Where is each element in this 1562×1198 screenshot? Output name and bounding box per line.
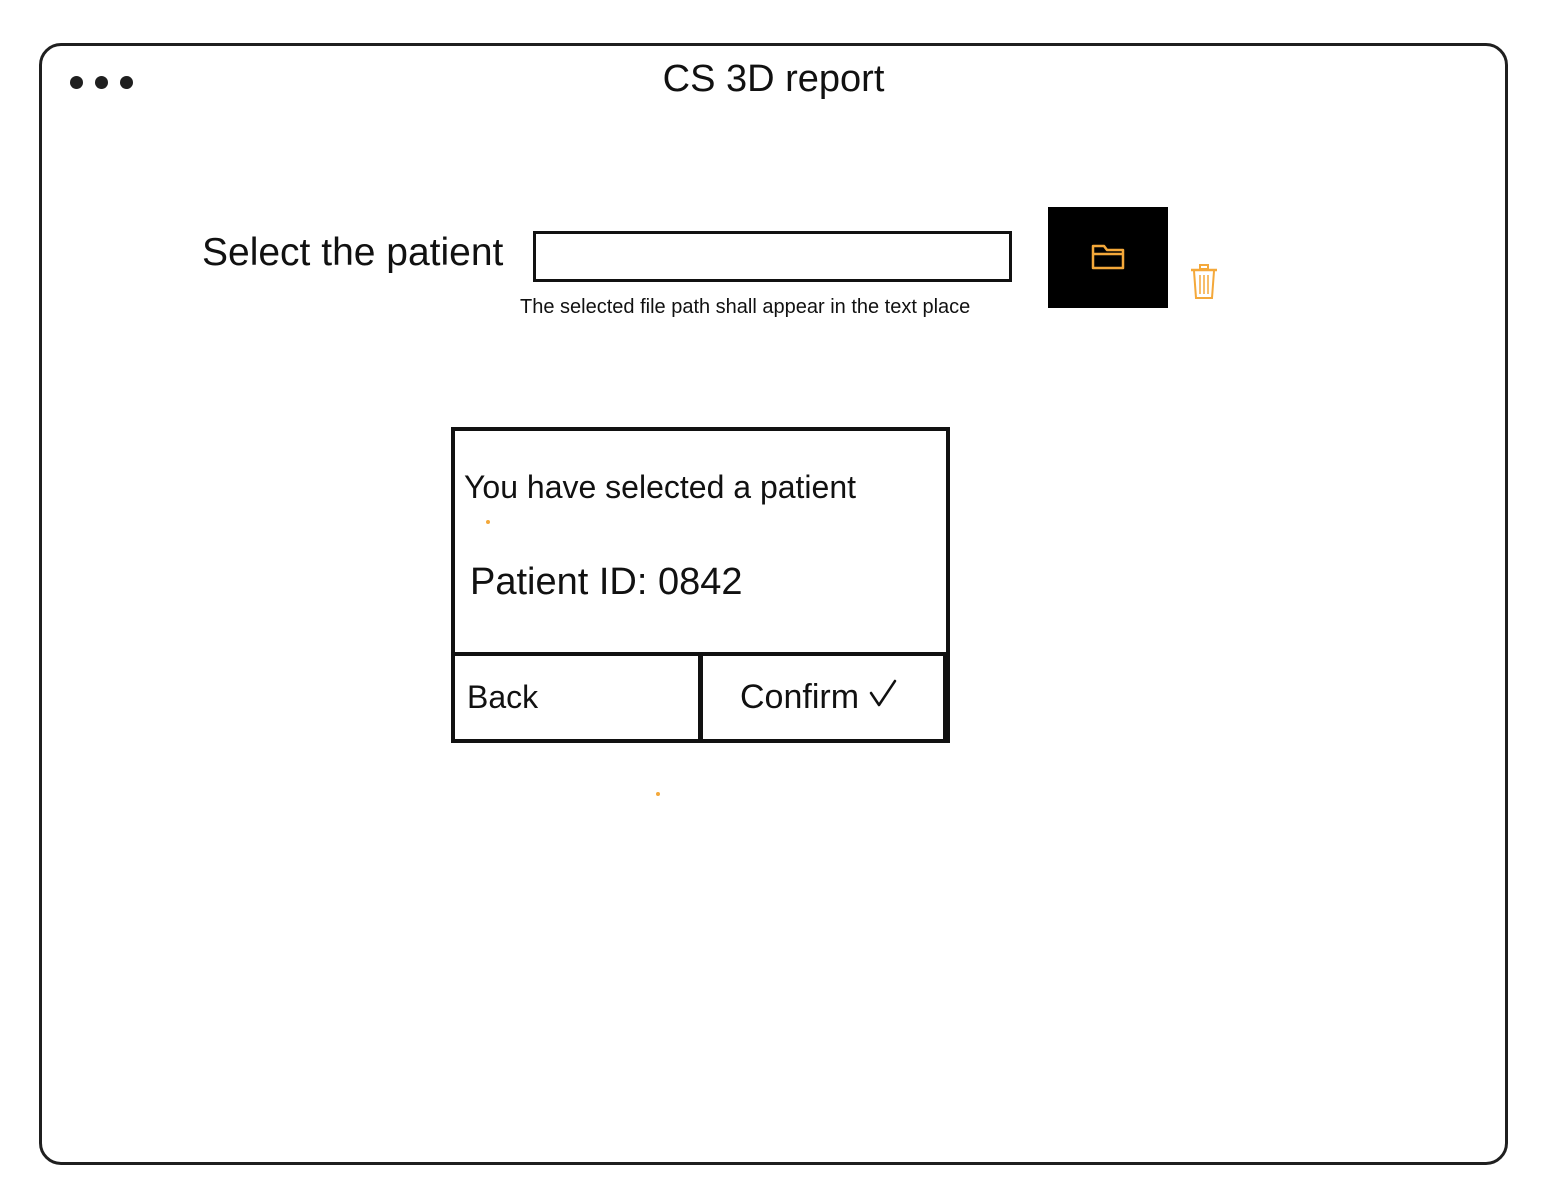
back-button-label: Back — [467, 679, 539, 715]
select-patient-label: Select the patient — [202, 231, 504, 274]
patient-confirm-dialog: You have selected a patient Patient ID: … — [451, 427, 950, 743]
browse-folder-button[interactable] — [1048, 207, 1168, 308]
decorative-dot — [486, 520, 490, 524]
back-button[interactable]: Back — [451, 652, 702, 743]
confirm-button-label: Confirm — [740, 678, 860, 716]
folder-icon — [1090, 241, 1126, 274]
delete-path-button[interactable] — [1187, 263, 1221, 306]
confirm-button[interactable]: Confirm — [699, 652, 947, 743]
dialog-message: You have selected a patient — [464, 469, 857, 505]
file-path-input[interactable] — [533, 231, 1012, 282]
file-path-hint: The selected file path shall appear in t… — [520, 296, 971, 318]
app-window: CS 3D report Select the patient The sele… — [39, 43, 1508, 1165]
window-title: CS 3D report — [662, 58, 885, 100]
checkmark-icon — [869, 678, 897, 717]
decorative-dot — [656, 792, 660, 796]
trash-icon — [1189, 263, 1219, 306]
patient-id-text: Patient ID: 0842 — [470, 561, 743, 603]
